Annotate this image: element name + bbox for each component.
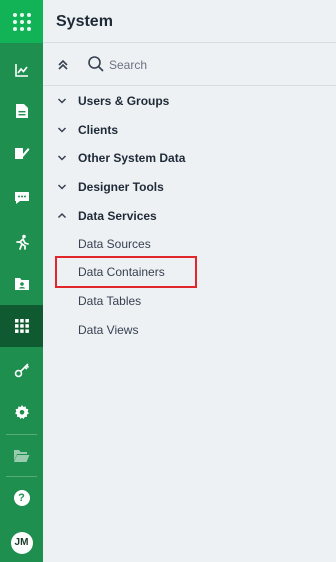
nav-group-users-groups[interactable]: Users & Groups — [43, 89, 336, 113]
rail-item-system[interactable] — [0, 305, 43, 347]
rail-item-forms[interactable] — [0, 135, 43, 171]
chevron-down-icon — [57, 155, 67, 161]
gear-icon — [14, 405, 29, 419]
chevron-down-icon — [57, 98, 67, 104]
rail-item-documents[interactable] — [0, 93, 43, 129]
help-icon: ? — [13, 490, 30, 506]
highlight-box — [55, 256, 197, 288]
nav-group-label: Clients — [78, 123, 119, 137]
collapse-all-button[interactable] — [55, 57, 71, 73]
avatar: JM — [10, 532, 33, 554]
chat-icon — [14, 192, 29, 204]
chevron-up-icon — [57, 212, 67, 219]
runner-icon — [15, 234, 29, 250]
nav-group-label: Designer Tools — [78, 180, 164, 194]
rail-item-processes[interactable] — [0, 224, 43, 260]
app-launcher-button[interactable] — [0, 0, 43, 43]
contact-folder-icon — [14, 278, 29, 290]
nav-group-label: Other System Data — [78, 151, 186, 165]
chevrons-up-icon — [58, 59, 68, 70]
help-button[interactable]: ? — [0, 480, 43, 516]
app-grid-icon — [12, 12, 31, 31]
nav-group-data-services[interactable]: Data Services — [43, 204, 336, 228]
chevron-down-icon — [57, 184, 67, 190]
edit-document-icon — [14, 148, 29, 159]
nav-item-data-tables[interactable]: Data Tables — [78, 291, 141, 311]
nav-item-data-views[interactable]: Data Views — [78, 320, 138, 340]
user-menu-button[interactable]: JM — [0, 525, 43, 561]
search-icon — [87, 55, 105, 73]
document-icon — [15, 104, 28, 118]
chevron-down-icon — [57, 127, 67, 133]
search-input[interactable] — [109, 55, 289, 75]
nav-group-clients[interactable]: Clients — [43, 118, 336, 142]
page-title: System — [56, 13, 113, 30]
rail-item-messages[interactable] — [0, 180, 43, 216]
rail-item-contacts[interactable] — [0, 266, 43, 302]
nav-item-data-sources[interactable]: Data Sources — [78, 234, 151, 254]
folder-open-icon — [14, 450, 30, 462]
rail-item-files[interactable] — [0, 438, 43, 474]
rail-item-settings[interactable] — [0, 394, 43, 430]
nav-group-label: Data Services — [78, 209, 157, 223]
nav-group-other-system-data[interactable]: Other System Data — [43, 146, 336, 170]
rail-item-security[interactable] — [0, 352, 43, 388]
rail-item-analytics[interactable] — [0, 52, 43, 88]
panel-toolbar — [43, 44, 336, 86]
panel-header: System — [43, 0, 336, 43]
left-rail: ? JM — [0, 0, 43, 562]
key-icon — [14, 363, 29, 378]
chart-line-icon — [14, 64, 28, 77]
nav-group-designer-tools[interactable]: Designer Tools — [43, 175, 336, 199]
nav-group-label: Users & Groups — [78, 94, 170, 108]
grid-icon — [14, 319, 29, 333]
